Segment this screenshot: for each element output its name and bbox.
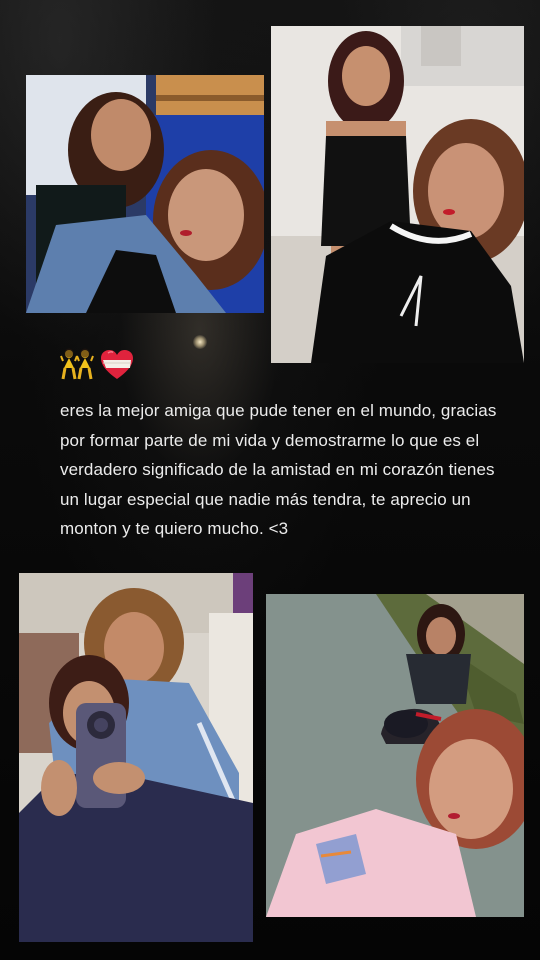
photo-two-women-top-right — [271, 26, 524, 363]
photo-river-selfie-bottom-right — [266, 594, 524, 917]
caption-text: eres la mejor amiga que pude tener en el… — [60, 401, 497, 538]
dancers-icon — [60, 348, 94, 387]
story-canvas: eres la mejor amiga que pude tener en el… — [0, 0, 540, 960]
bandaged-heart-icon — [100, 349, 134, 386]
background-light — [193, 335, 207, 349]
photo-mirror-selfie-bottom-left — [19, 573, 253, 942]
emoji-row — [60, 348, 134, 387]
photo-selfie-top-left — [26, 75, 264, 313]
